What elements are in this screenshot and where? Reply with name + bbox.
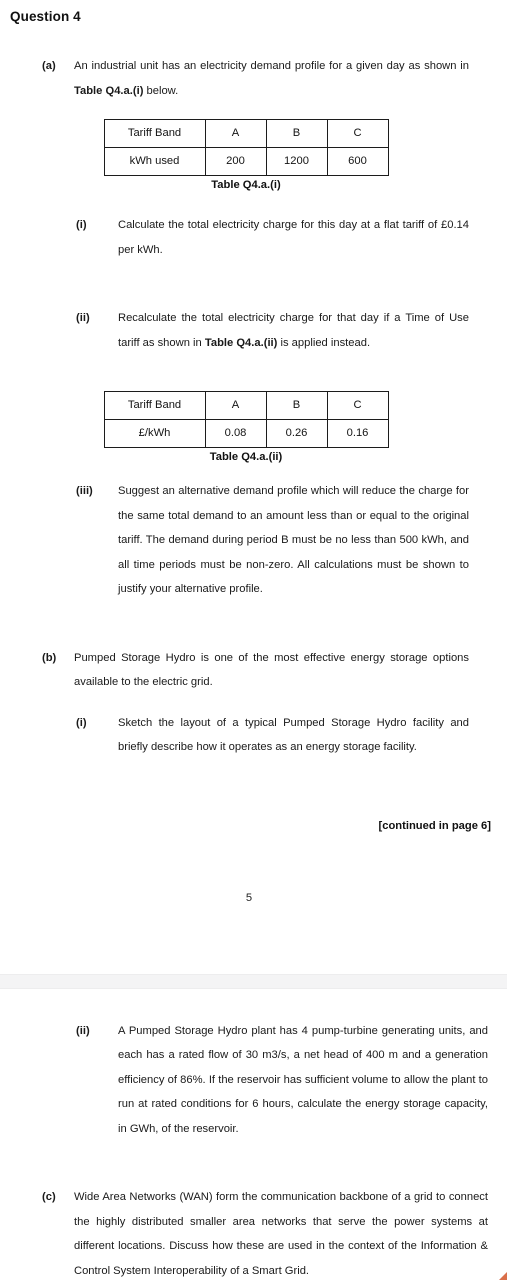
cell-value-c: 600 <box>327 148 388 176</box>
page-separator <box>0 974 507 989</box>
spacer <box>0 989 507 1019</box>
question-part-b: (b) Pumped Storage Hydro is one of the m… <box>0 646 488 695</box>
part-b-i-marker: (i) <box>76 711 118 736</box>
table-q4a2: Tariff Band A B C £/kWh 0.08 0.26 0.16 <box>104 391 389 448</box>
spacer <box>0 602 488 646</box>
spacer <box>0 832 488 876</box>
question-part-b-ii: (ii) A Pumped Storage Hydro plant has 4 … <box>0 1019 507 1142</box>
spacer <box>0 804 488 820</box>
cell-row-label: kWh used <box>104 148 205 176</box>
part-a-iii-marker: (iii) <box>76 479 118 504</box>
cell-value-c: 0.16 <box>327 420 388 448</box>
part-a-text-suffix: below. <box>143 85 178 97</box>
part-b-marker: (b) <box>42 646 74 671</box>
part-a-table-ref: Table Q4.a.(i) <box>74 85 143 97</box>
part-b-ii-text: A Pumped Storage Hydro plant has 4 pump-… <box>118 1019 488 1142</box>
spacer <box>0 904 488 948</box>
table-q4a1: Tariff Band A B C kWh used 200 1200 600 <box>104 119 389 176</box>
spacer <box>0 24 488 54</box>
exam-page-5: Question 4 (a) An industrial unit has an… <box>0 0 507 974</box>
question-part-a-iii: (iii) Suggest an alternative demand prof… <box>0 479 488 602</box>
question-part-a-i: (i) Calculate the total electricity char… <box>0 213 488 262</box>
part-a-ii-table-ref: Table Q4.a.(ii) <box>205 337 278 349</box>
part-a-ii-marker: (ii) <box>76 306 118 331</box>
question-part-a-ii: (ii) Recalculate the total electricity c… <box>0 306 488 355</box>
cell-header-a: A <box>205 120 266 148</box>
part-a-i-text: Calculate the total electricity charge f… <box>118 213 469 262</box>
spacer <box>0 948 488 974</box>
cell-header-b: B <box>266 392 327 420</box>
cell-header-a: A <box>205 392 266 420</box>
part-c-marker: (c) <box>42 1185 74 1210</box>
table-q4a1-wrapper: Tariff Band A B C kWh used 200 1200 600 … <box>0 119 488 191</box>
table-row: kWh used 200 1200 600 <box>104 148 388 176</box>
part-a-iii-text: Suggest an alternative demand profile wh… <box>118 479 469 602</box>
part-a-ii-text-suffix: is applied instead. <box>277 337 370 349</box>
table-row: £/kWh 0.08 0.26 0.16 <box>104 420 388 448</box>
question-part-a: (a) An industrial unit has an electricit… <box>0 54 488 103</box>
cell-value-b: 1200 <box>266 148 327 176</box>
spacer <box>0 876 488 892</box>
table-row: Tariff Band A B C <box>104 120 388 148</box>
page-number: 5 <box>0 892 488 904</box>
spacer <box>0 463 488 479</box>
continued-note: [continued in page 6] <box>0 820 491 832</box>
cell-value-a: 0.08 <box>205 420 266 448</box>
cell-header-label: Tariff Band <box>104 392 205 420</box>
spacer <box>0 191 488 213</box>
exam-page-6: (ii) A Pumped Storage Hydro plant has 4 … <box>0 989 507 1283</box>
spacer <box>0 760 488 804</box>
part-a-ii-text: Recalculate the total electricity charge… <box>118 306 469 355</box>
part-b-text: Pumped Storage Hydro is one of the most … <box>74 646 469 695</box>
page-title: Question 4 <box>0 0 488 24</box>
cell-value-a: 200 <box>205 148 266 176</box>
cell-header-b: B <box>266 120 327 148</box>
part-a-marker: (a) <box>42 54 74 79</box>
part-a-text-prefix: An industrial unit has an electricity de… <box>74 60 469 72</box>
spacer <box>0 695 488 711</box>
spacer <box>0 355 488 391</box>
question-part-c: (c) Wide Area Networks (WAN) form the co… <box>0 1185 507 1283</box>
table-q4a2-caption: Table Q4.a.(ii) <box>114 451 379 463</box>
table-q4a1-caption: Table Q4.a.(i) <box>114 179 379 191</box>
part-c-text: Wide Area Networks (WAN) form the commun… <box>74 1185 488 1283</box>
cell-row-label: £/kWh <box>104 420 205 448</box>
table-row: Tariff Band A B C <box>104 392 388 420</box>
question-part-b-i: (i) Sketch the layout of a typical Pumpe… <box>0 711 488 760</box>
cell-header-c: C <box>327 392 388 420</box>
spacer <box>0 103 488 119</box>
cell-header-c: C <box>327 120 388 148</box>
cell-value-b: 0.26 <box>266 420 327 448</box>
part-a-i-marker: (i) <box>76 213 118 238</box>
part-a-text: An industrial unit has an electricity de… <box>74 54 469 103</box>
table-q4a2-wrapper: Tariff Band A B C £/kWh 0.08 0.26 0.16 T… <box>0 391 488 463</box>
part-b-i-text: Sketch the layout of a typical Pumped St… <box>118 711 469 760</box>
part-b-ii-marker: (ii) <box>76 1019 118 1044</box>
cell-header-label: Tariff Band <box>104 120 205 148</box>
spacer <box>0 262 488 306</box>
spacer <box>0 1141 507 1185</box>
